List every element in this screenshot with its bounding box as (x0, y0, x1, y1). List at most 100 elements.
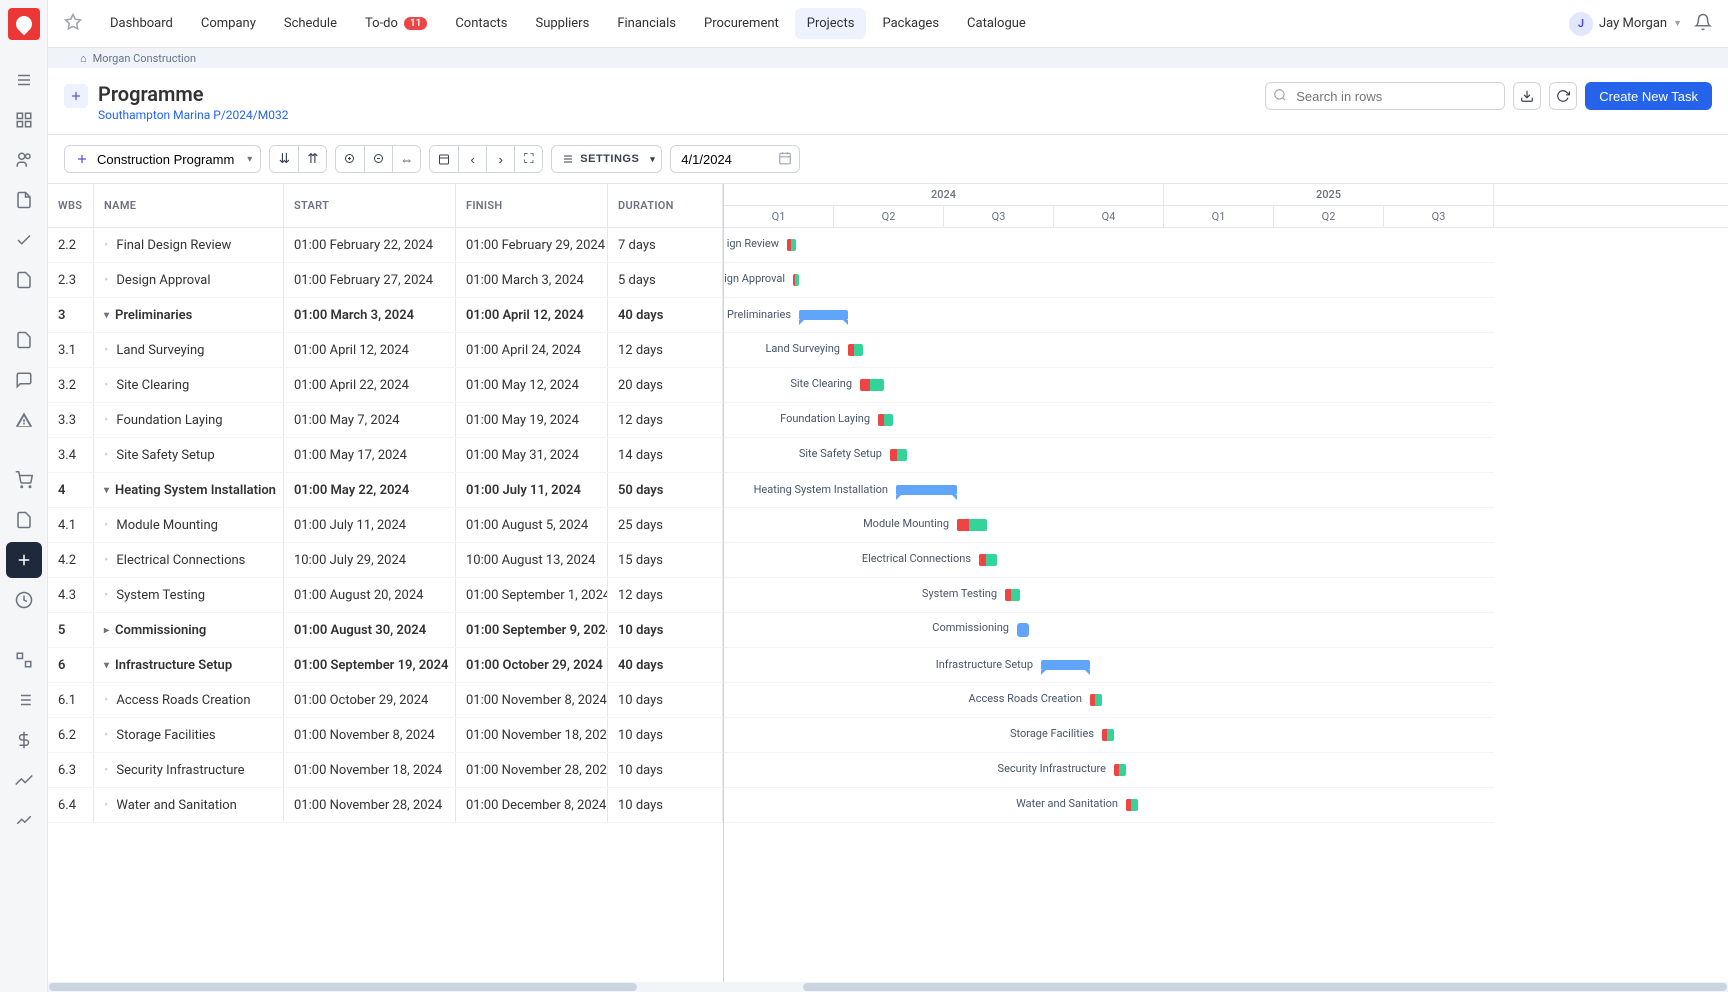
nav-link-contacts[interactable]: Contacts (443, 8, 519, 39)
rail-doc2-icon[interactable] (6, 262, 42, 298)
rail-cart-icon[interactable] (6, 462, 42, 498)
rail-list2-icon[interactable] (6, 682, 42, 718)
rail-doc3-icon[interactable] (6, 322, 42, 358)
rail-dollar-icon[interactable] (6, 722, 42, 758)
gantt-task-bar[interactable]: Site Clearing (860, 379, 884, 391)
gantt-task-bar[interactable]: Module Mounting (957, 519, 987, 531)
table-row[interactable]: 2.3•Design Approval01:00 February 27, 20… (48, 263, 723, 298)
rail-doc-icon[interactable] (6, 182, 42, 218)
gantt-summary-bar[interactable]: Commissioning (1017, 623, 1029, 637)
gantt-task-bar[interactable]: Security Infrastructure (1114, 764, 1126, 776)
breadcrumb-home-icon[interactable]: ⌂ (80, 52, 87, 65)
timeline-quarter: Q3 (1384, 206, 1494, 227)
gantt-task-bar[interactable]: ign Review (787, 239, 796, 251)
table-row[interactable]: 4.1•Module Mounting01:00 July 11, 202401… (48, 508, 723, 543)
next-button[interactable]: › (486, 146, 514, 172)
nav-link-procurement[interactable]: Procurement (692, 8, 791, 39)
table-row[interactable]: 3.4•Site Safety Setup01:00 May 17, 20240… (48, 438, 723, 473)
nav-link-financials[interactable]: Financials (605, 8, 688, 39)
gantt-grid-pane[interactable]: WBS NAME START FINISH DURATION 2.2•Final… (48, 184, 724, 992)
favorite-icon[interactable] (64, 13, 82, 35)
fit-horizontal-button[interactable]: ⇔ (392, 146, 420, 172)
cell-wbs: 3.2 (48, 368, 94, 402)
settings-button[interactable]: SETTINGS (551, 145, 662, 173)
prev-button[interactable]: ‹ (458, 146, 486, 172)
gantt-task-bar[interactable]: Land Surveying (848, 344, 863, 356)
nav-link-suppliers[interactable]: Suppliers (523, 8, 601, 39)
rail-layers-icon[interactable] (6, 642, 42, 678)
gantt-summary-bar[interactable]: Heating System Installation (896, 485, 957, 495)
rail-chart-icon[interactable] (6, 802, 42, 838)
search-input[interactable] (1265, 82, 1505, 110)
nav-link-schedule[interactable]: Schedule (272, 8, 349, 39)
table-row[interactable]: 3.2•Site Clearing01:00 April 22, 202401:… (48, 368, 723, 403)
app-logo[interactable] (8, 8, 40, 40)
export-button[interactable] (1513, 82, 1541, 110)
rail-chat-icon[interactable] (6, 362, 42, 398)
nav-link-packages[interactable]: Packages (870, 8, 951, 39)
gantt-task-bar[interactable]: Electrical Connections (979, 554, 997, 566)
rail-users-icon[interactable] (6, 142, 42, 178)
table-row[interactable]: 3.1•Land Surveying01:00 April 12, 202401… (48, 333, 723, 368)
bell-icon[interactable] (1694, 13, 1712, 35)
rail-doc4-icon[interactable] (6, 502, 42, 538)
table-row[interactable]: 5▸Commissioning01:00 August 30, 202401:0… (48, 613, 723, 648)
gantt-timeline-pane[interactable]: 20242025Q1Q2Q3Q4Q1Q2Q3 ign Reviewign App… (724, 184, 1728, 992)
col-header-name[interactable]: NAME (94, 184, 284, 228)
table-row[interactable]: 4.3•System Testing01:00 August 20, 20240… (48, 578, 723, 613)
nav-link-projects[interactable]: Projects (795, 8, 867, 39)
programme-dropdown[interactable]: Construction Programm (64, 145, 261, 173)
table-row[interactable]: 3▾Preliminaries01:00 March 3, 202401:00 … (48, 298, 723, 333)
nav-link-catalogue[interactable]: Catalogue (955, 8, 1038, 39)
nav-link-dashboard[interactable]: Dashboard (98, 8, 185, 39)
table-row[interactable]: 4.2•Electrical Connections10:00 July 29,… (48, 543, 723, 578)
nav-link-company[interactable]: Company (189, 8, 268, 39)
rail-trend-icon[interactable] (6, 762, 42, 798)
table-row[interactable]: 6.4•Water and Sanitation01:00 November 2… (48, 788, 723, 823)
rail-gantt-icon[interactable] (6, 542, 42, 578)
breadcrumb-company[interactable]: Morgan Construction (93, 52, 196, 65)
zoom-out-button[interactable] (364, 146, 392, 172)
cell-name: ▾Infrastructure Setup (94, 648, 284, 682)
gantt-task-bar[interactable]: System Testing (1005, 589, 1020, 601)
chevron-down-icon[interactable]: ▾ (104, 310, 109, 321)
col-header-duration[interactable]: DURATION (608, 184, 723, 228)
rail-clock-icon[interactable] (6, 582, 42, 618)
gantt-task-bar[interactable]: Access Roads Creation (1090, 694, 1102, 706)
gantt-task-bar[interactable]: Site Safety Setup (890, 449, 907, 461)
table-row[interactable]: 2.2•Final Design Review01:00 February 22… (48, 228, 723, 263)
table-row[interactable]: 3.3•Foundation Laying01:00 May 7, 202401… (48, 403, 723, 438)
gantt-summary-bar[interactable]: Infrastructure Setup (1041, 660, 1090, 670)
nav-link-to-do[interactable]: To-do11 (353, 8, 439, 39)
rail-check-icon[interactable] (6, 222, 42, 258)
gantt-task-bar[interactable]: Water and Sanitation (1126, 799, 1138, 811)
table-row[interactable]: 6.3•Security Infrastructure01:00 Novembe… (48, 753, 723, 788)
refresh-button[interactable] (1549, 82, 1577, 110)
col-header-wbs[interactable]: WBS (48, 184, 94, 228)
h-scrollbar[interactable] (48, 982, 1728, 992)
table-row[interactable]: 4▾Heating System Installation01:00 May 2… (48, 473, 723, 508)
gantt-task-bar[interactable]: ign Approval (793, 274, 799, 286)
gantt-task-bar[interactable]: Foundation Laying (878, 414, 893, 426)
table-row[interactable]: 6▾Infrastructure Setup01:00 September 19… (48, 648, 723, 683)
rail-grid-icon[interactable] (6, 102, 42, 138)
expand-all-button[interactable]: ⇈ (298, 146, 326, 172)
page-subtitle[interactable]: Southampton Marina P/2024/M032 (98, 108, 288, 122)
chevron-down-icon[interactable]: ▾ (104, 660, 109, 671)
gantt-summary-bar[interactable]: Preliminaries (799, 310, 848, 320)
col-header-finish[interactable]: FINISH (456, 184, 608, 228)
fullscreen-button[interactable]: ⛶ (514, 146, 542, 172)
table-row[interactable]: 6.1•Access Roads Creation01:00 October 2… (48, 683, 723, 718)
chevron-right-icon[interactable]: ▸ (104, 625, 109, 636)
table-row[interactable]: 6.2•Storage Facilities01:00 November 8, … (48, 718, 723, 753)
gantt-task-bar[interactable]: Storage Facilities (1102, 729, 1114, 741)
user-menu[interactable]: J Jay Morgan ▼ (1569, 12, 1682, 36)
create-task-button[interactable]: Create New Task (1585, 82, 1712, 110)
col-header-start[interactable]: START (284, 184, 456, 228)
chevron-down-icon[interactable]: ▾ (104, 485, 109, 496)
go-today-button[interactable] (430, 146, 458, 172)
rail-list-icon[interactable] (6, 62, 42, 98)
rail-warning-icon[interactable] (6, 402, 42, 438)
zoom-in-button[interactable] (336, 146, 364, 172)
collapse-all-button[interactable]: ⇊ (270, 146, 298, 172)
